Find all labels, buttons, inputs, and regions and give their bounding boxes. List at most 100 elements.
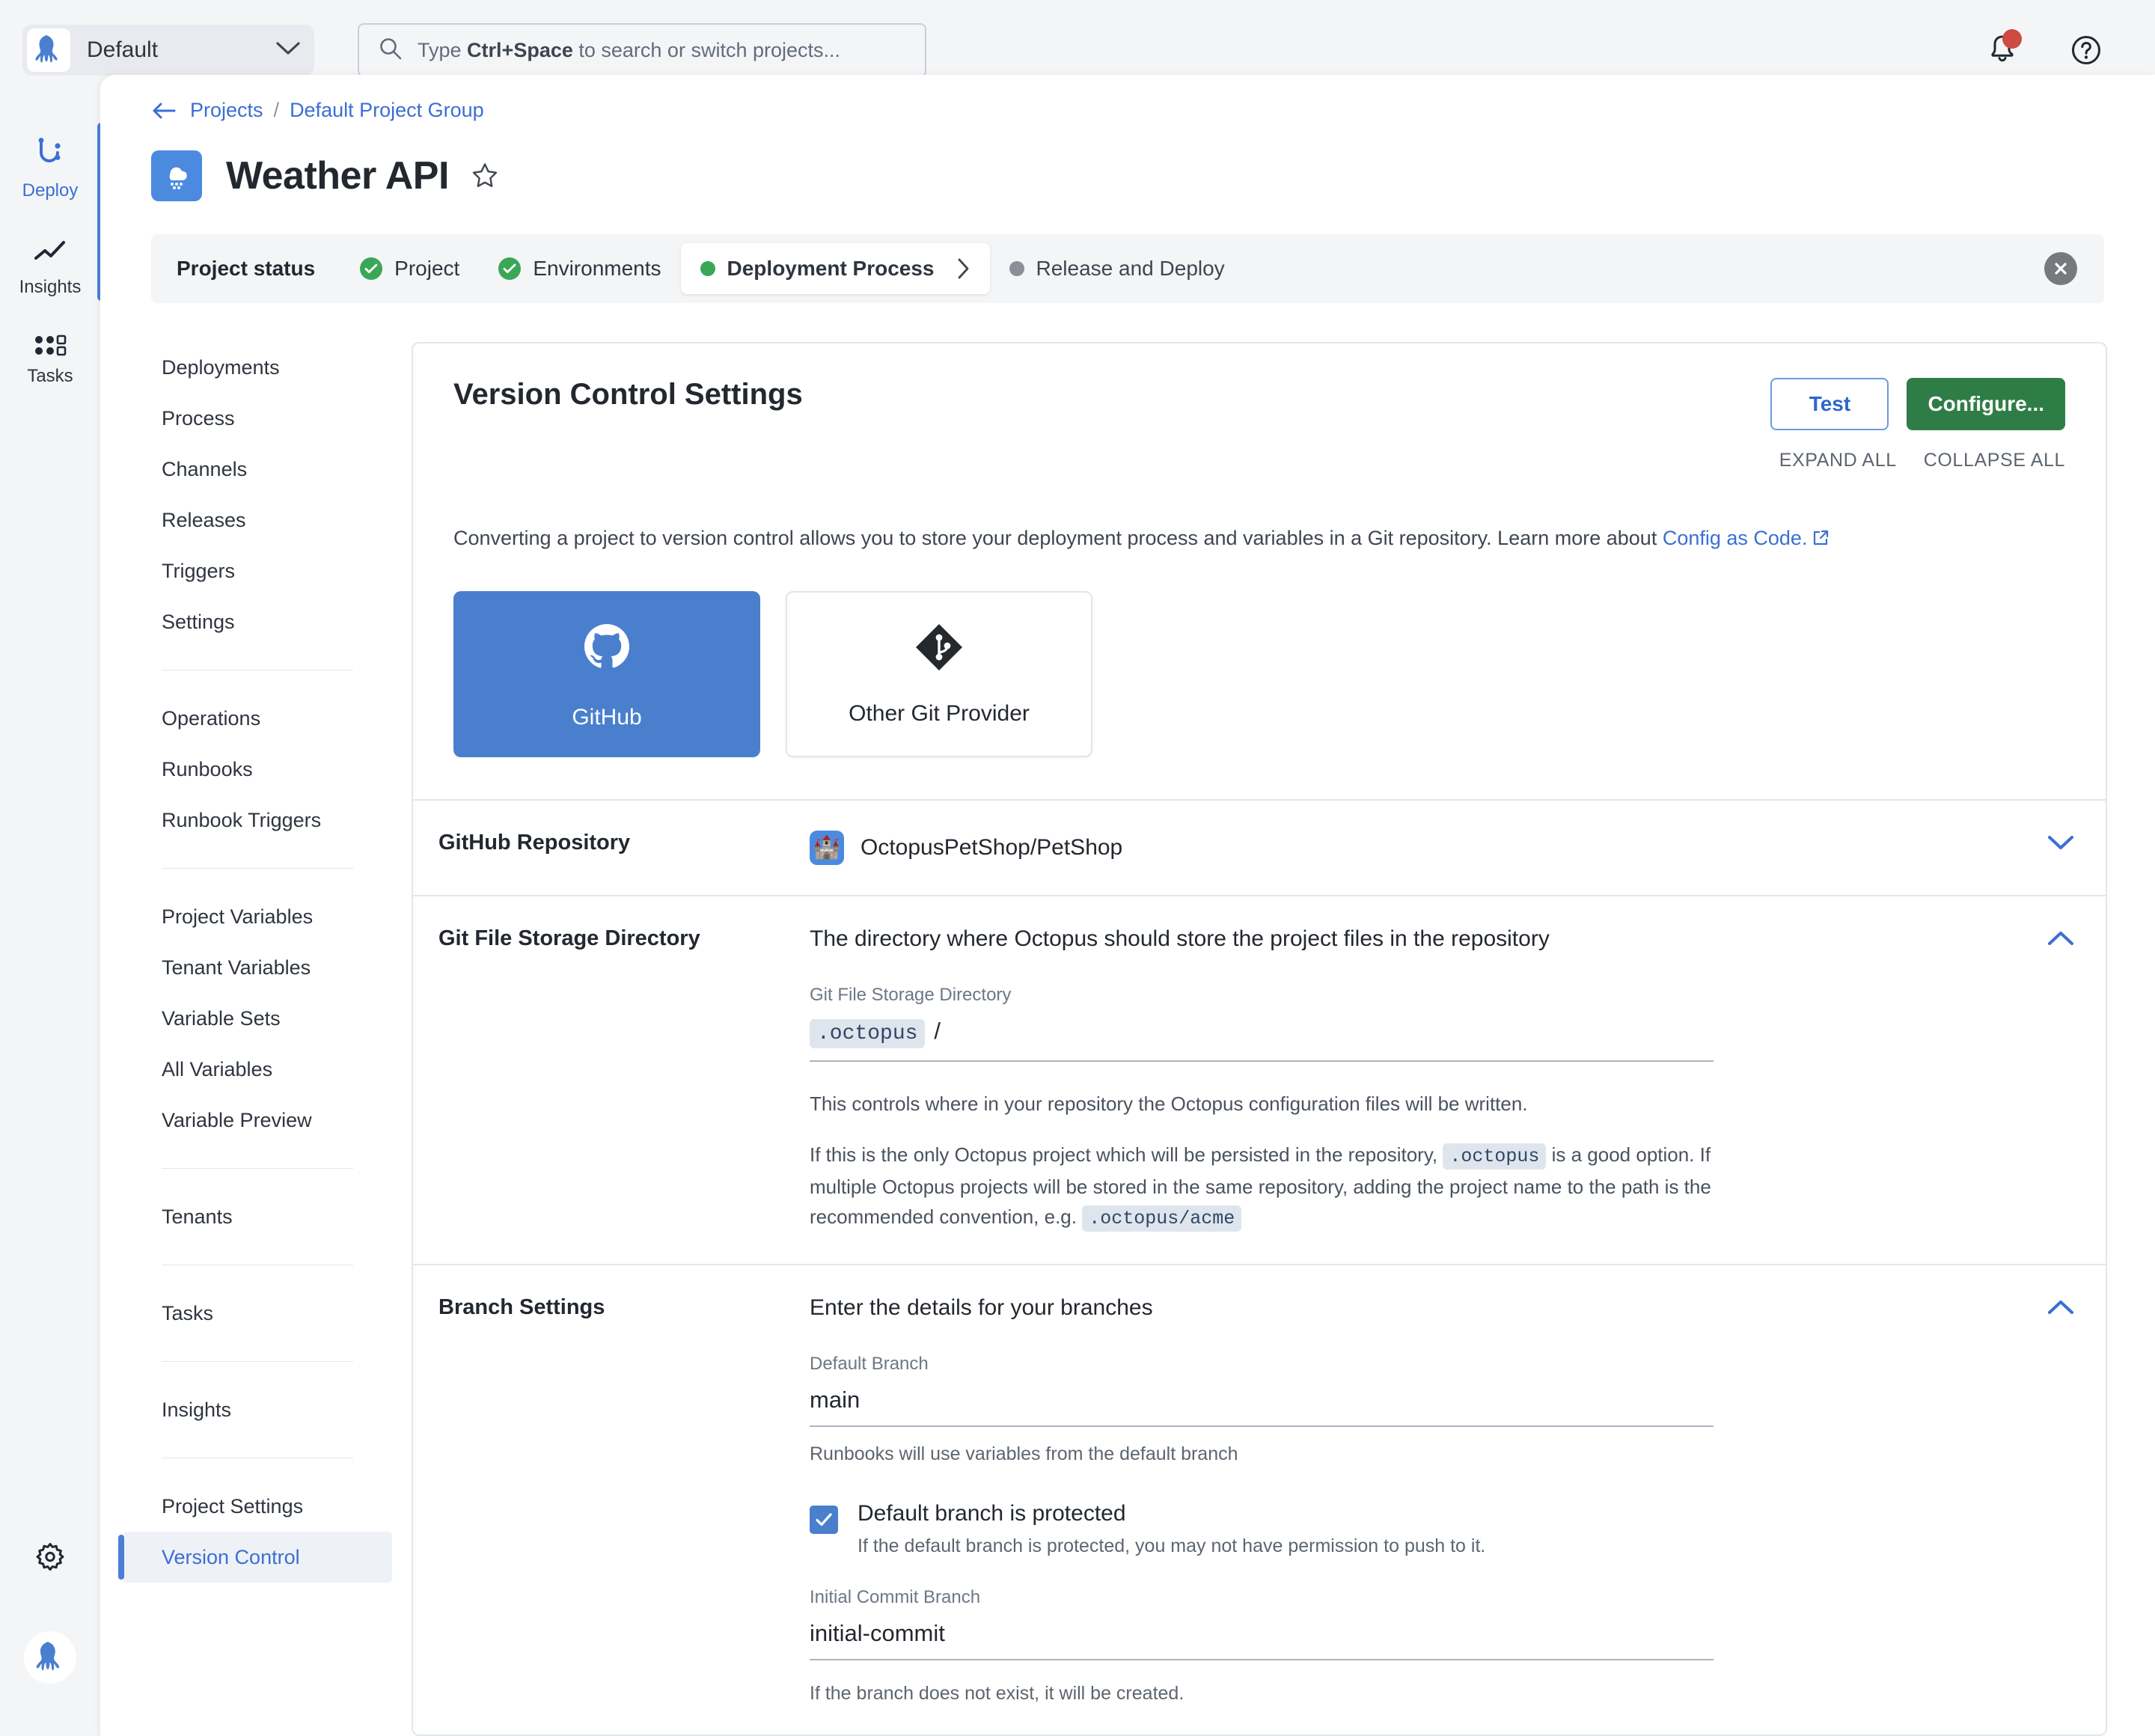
test-button[interactable]: Test <box>1770 378 1889 430</box>
sidebar-item-label: Runbook Triggers <box>162 808 322 831</box>
card-title: Version Control Settings <box>453 378 803 411</box>
status-step-project[interactable]: Project <box>340 243 479 294</box>
chevron-down-icon <box>2047 834 2075 855</box>
sidebar-item-runbook-triggers[interactable]: Runbook Triggers <box>123 795 392 846</box>
help-text-1: This controls where in your repository t… <box>810 1092 1528 1116</box>
provider-name: GitHub <box>572 704 642 730</box>
breadcrumb-projects-link[interactable]: Projects <box>190 99 263 122</box>
section-toggle-branch-settings[interactable] <box>2016 1295 2106 1705</box>
castle-icon: 🏰 <box>810 831 844 866</box>
sidebar-item-label: Tasks <box>162 1301 214 1324</box>
rain-cloud-icon <box>151 150 202 201</box>
breadcrumb-group-link[interactable]: Default Project Group <box>290 99 484 122</box>
sidebar-item-triggers[interactable]: Triggers <box>123 545 392 596</box>
rail-item-tasks[interactable]: Tasks <box>0 334 100 387</box>
settings-button[interactable] <box>0 1539 100 1579</box>
card-header-actions: Test Configure... EXPAND ALL COLLAPSE AL… <box>1770 378 2065 471</box>
help-button[interactable] <box>2067 31 2106 70</box>
sidebar-item-label: Runbooks <box>162 757 253 780</box>
octopus-logo-icon <box>27 28 70 72</box>
default-branch-input[interactable]: main <box>810 1387 1714 1428</box>
sidebar-item-label: All Variables <box>162 1057 273 1081</box>
top-bar-actions <box>1983 29 2106 70</box>
sidebar-item-deployments[interactable]: Deployments <box>123 342 392 393</box>
default-branch-protected-checkbox[interactable] <box>810 1506 838 1535</box>
arrow-left-icon[interactable] <box>151 102 177 120</box>
search-input[interactable]: Type Ctrl+Space to search or switch proj… <box>358 23 926 77</box>
sidebar-item-project-variables[interactable]: Project Variables <box>123 891 392 942</box>
user-avatar[interactable] <box>0 1631 100 1684</box>
check-circle-icon <box>360 257 383 280</box>
git-icon <box>914 623 964 676</box>
config-as-code-link[interactable]: Config as Code. <box>1663 527 1808 549</box>
chevron-up-icon <box>2047 1298 2075 1320</box>
rail-item-insights[interactable]: Insights <box>0 237 100 298</box>
repository-value-row[interactable]: 🏰 OctopusPetShop/PetShop <box>810 831 2001 866</box>
sidebar-item-runbooks[interactable]: Runbooks <box>123 744 392 795</box>
status-step-deployment-process[interactable]: Deployment Process <box>680 243 990 294</box>
initial-commit-branch-input[interactable]: initial-commit <box>810 1620 1714 1661</box>
provider-card-other-git[interactable]: Other Git Provider <box>786 591 1092 758</box>
version-control-settings-card: Version Control Settings Test Configure.… <box>412 342 2107 1736</box>
sidebar-item-settings[interactable]: Settings <box>123 596 392 647</box>
card-intro-text: Converting a project to version control … <box>453 524 2065 555</box>
sidebar-item-label: Operations <box>162 706 261 730</box>
space-switcher[interactable]: Default <box>22 25 314 76</box>
status-step-label: Environments <box>533 257 661 280</box>
sidebar-item-variable-preview[interactable]: Variable Preview <box>123 1095 392 1146</box>
sidebar-item-process[interactable]: Process <box>123 393 392 444</box>
status-step-release-and-deploy[interactable]: Release and Deploy <box>990 243 1244 294</box>
sidebar-item-label: Version Control <box>162 1545 300 1568</box>
collapse-all-link[interactable]: COLLAPSE ALL <box>1924 450 2065 471</box>
external-link-icon <box>1812 526 1830 555</box>
github-icon <box>578 619 635 679</box>
rail-label-deploy: Deploy <box>22 180 79 201</box>
close-icon[interactable] <box>2044 252 2077 285</box>
sidebar-divider <box>162 1168 353 1169</box>
chevron-right-icon <box>956 257 970 280</box>
notifications-button[interactable] <box>1983 29 2022 70</box>
configure-button[interactable]: Configure... <box>1907 378 2065 430</box>
expand-collapse-row: EXPAND ALL COLLAPSE ALL <box>1770 450 2065 471</box>
rail-item-deploy[interactable]: Deploy <box>0 136 100 201</box>
sidebar-divider <box>162 868 353 869</box>
search-placeholder: Type Ctrl+Space to search or switch proj… <box>418 38 841 61</box>
sidebar-item-operations[interactable]: Operations <box>123 693 392 744</box>
expand-all-link[interactable]: EXPAND ALL <box>1779 450 1897 471</box>
provider-card-github[interactable]: GitHub <box>453 591 760 758</box>
sidebar-item-tasks[interactable]: Tasks <box>123 1288 392 1339</box>
section-label: GitHub Repository <box>438 831 631 855</box>
sidebar-item-label: Project Variables <box>162 905 314 928</box>
section-body: The directory where Octopus should store… <box>810 926 2016 1234</box>
status-step-environments[interactable]: Environments <box>479 243 680 294</box>
initial-commit-branch-field: Initial Commit Branch initial-commit <box>810 1587 1714 1661</box>
rail-bottom-actions <box>0 1487 100 1736</box>
section-body: Enter the details for your branches Defa… <box>810 1295 2016 1705</box>
section-label: Branch Settings <box>438 1295 605 1320</box>
status-step-label: Project <box>394 257 460 280</box>
sidebar-item-all-variables[interactable]: All Variables <box>123 1044 392 1095</box>
sidebar-item-label: Project Settings <box>162 1494 304 1518</box>
primary-nav-rail: Deploy Insights Tasks <box>0 100 100 1736</box>
project-status-label: Project status <box>177 257 316 280</box>
card-button-row: Test Configure... <box>1770 378 2065 430</box>
field-suffix: / <box>934 1018 941 1045</box>
sidebar-item-insights[interactable]: Insights <box>123 1384 392 1435</box>
deploy-icon <box>33 136 67 174</box>
status-dot-icon <box>1009 261 1024 276</box>
sidebar-item-channels[interactable]: Channels <box>123 444 392 495</box>
git-file-storage-directory-input[interactable]: .octopus / <box>810 1018 1714 1063</box>
sidebar-item-variable-sets[interactable]: Variable Sets <box>123 993 392 1044</box>
sidebar-item-version-control[interactable]: Version Control <box>118 1532 392 1583</box>
star-outline-icon[interactable] <box>470 161 500 191</box>
sidebar-item-tenants[interactable]: Tenants <box>123 1191 392 1242</box>
section-toggle-github-repository[interactable] <box>2016 831 2106 865</box>
sidebar-item-releases[interactable]: Releases <box>123 495 392 545</box>
sidebar-item-project-settings[interactable]: Project Settings <box>123 1481 392 1532</box>
sidebar-item-tenant-variables[interactable]: Tenant Variables <box>123 942 392 993</box>
section-toggle-git-file-storage-directory[interactable] <box>2016 926 2106 1234</box>
octopus-avatar-icon <box>24 1631 76 1684</box>
sidebar-item-label: Tenants <box>162 1205 233 1228</box>
field-label: Git File Storage Directory <box>810 985 1012 1006</box>
sidebar-item-label: Variable Preview <box>162 1108 312 1131</box>
